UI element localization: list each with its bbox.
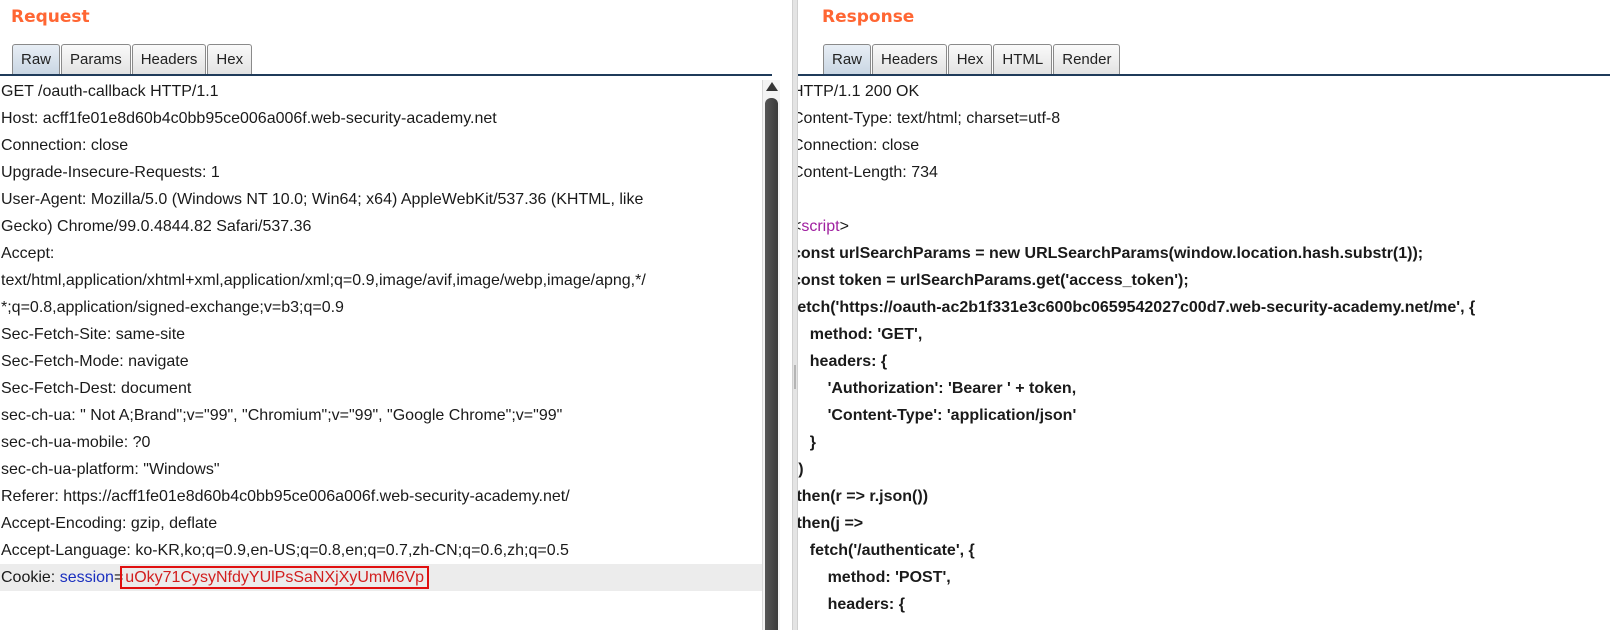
- request-line: GET /oauth-callback HTTP/1.1: [1, 83, 219, 100]
- request-tab-headers[interactable]: Headers: [131, 44, 207, 74]
- request-line: text/html,application/xhtml+xml,applicat…: [1, 272, 646, 289]
- code-line: .then(j =>: [798, 515, 864, 532]
- code-line: method: 'GET',: [798, 326, 923, 343]
- request-tab-underline: [0, 74, 772, 76]
- code-line: method: 'POST',: [798, 569, 951, 586]
- cookie-header-label: Cookie:: [1, 569, 60, 586]
- response-line: Content-Type: text/html; charset=utf-8: [798, 110, 1061, 127]
- code-line: 'Content-Type': 'application/json': [798, 407, 1077, 424]
- code-line: headers: {: [798, 353, 888, 370]
- request-line: Sec-Fetch-Mode: navigate: [1, 353, 189, 370]
- cookie-line: Cookie: session= uOky71CysyNfdyYUlPsSaNXj…: [0, 564, 762, 591]
- response-editor[interactable]: HTTP/1.1 200 OK Content-Type: text/html;…: [798, 78, 1610, 630]
- request-line: Accept-Encoding: gzip, deflate: [1, 515, 218, 532]
- script-tag-gt: >: [839, 218, 849, 235]
- request-line: sec-ch-ua-mobile: ?0: [1, 434, 151, 451]
- request-pane: Request Raw Params Headers Hex GET /oaut…: [0, 0, 792, 630]
- response-line: Connection: close: [798, 137, 920, 154]
- code-line: const token = urlSearchParams.get('acces…: [798, 272, 1189, 289]
- code-line: 'Authorization': 'Bearer ' + token,: [798, 380, 1077, 397]
- request-line: Accept-Language: ko-KR,ko;q=0.9,en-US;q=…: [1, 542, 569, 559]
- request-line: Sec-Fetch-Dest: document: [1, 380, 192, 397]
- response-tab-raw[interactable]: Raw: [823, 44, 872, 74]
- request-line: Host: acff1fe01e8d60b4c0bb95ce006a006f.w…: [1, 110, 497, 127]
- request-line: Connection: close: [1, 137, 129, 154]
- response-line: Content-Length: 734: [798, 164, 938, 181]
- response-tabs: Raw Headers Hex HTML Render: [823, 44, 1121, 74]
- response-tab-html[interactable]: HTML: [993, 44, 1053, 74]
- cookie-name: session: [59, 569, 114, 586]
- code-line: .then(r => r.json()): [798, 488, 929, 505]
- cookie-equals: =: [113, 569, 124, 586]
- code-line: const urlSearchParams = new URLSearchPar…: [798, 245, 1424, 262]
- code-line: }: [809, 434, 817, 451]
- request-line: *;q=0.8,application/signed-exchange;v=b3…: [1, 299, 344, 316]
- request-tabs: Raw Params Headers Hex: [12, 44, 253, 74]
- code-line: fetch('https://oauth-ac2b1f331e3c600bc06…: [798, 299, 1476, 316]
- session-cookie-value: uOky71CysyNfdyYUlPsSaNXjXyUmM6Vp: [120, 566, 430, 589]
- request-title: Request: [11, 7, 90, 27]
- request-line: sec-ch-ua-platform: "Windows": [1, 461, 220, 478]
- request-editor[interactable]: GET /oauth-callback HTTP/1.1 Host: acff1…: [0, 78, 762, 630]
- request-line: Sec-Fetch-Site: same-site: [1, 326, 186, 343]
- scroll-up-arrow-icon[interactable]: [766, 82, 778, 91]
- request-line: Referer: https://acff1fe01e8d60b4c0bb95c…: [1, 488, 570, 505]
- request-tab-raw[interactable]: Raw: [12, 44, 61, 74]
- request-tab-params[interactable]: Params: [61, 44, 131, 74]
- code-line: headers: {: [798, 596, 905, 613]
- script-tag-name: script: [801, 218, 840, 235]
- scroll-thumb[interactable]: [765, 98, 778, 630]
- code-line: }): [798, 461, 804, 478]
- response-tab-hex[interactable]: Hex: [947, 44, 993, 74]
- request-line: Accept:: [1, 245, 55, 262]
- code-line: fetch('/authenticate', {: [798, 542, 975, 559]
- request-line: sec-ch-ua: " Not A;Brand";v="99", "Chrom…: [1, 407, 563, 424]
- splitter-grip[interactable]: [794, 365, 796, 389]
- response-line: [798, 186, 1610, 213]
- response-tab-headers[interactable]: Headers: [872, 44, 947, 74]
- request-line: Upgrade-Insecure-Requests: 1: [1, 164, 220, 181]
- request-tab-hex[interactable]: Hex: [207, 44, 253, 74]
- request-scrollbar[interactable]: [762, 80, 780, 630]
- response-line: HTTP/1.1 200 OK: [798, 83, 920, 100]
- response-tab-underline: [798, 74, 1610, 76]
- response-pane: Response Raw Headers Hex HTML Render HTT…: [798, 0, 1610, 630]
- script-open-tag: <script>: [798, 213, 1610, 240]
- response-tab-render[interactable]: Render: [1053, 44, 1121, 74]
- response-title: Response: [822, 7, 915, 27]
- request-line: User-Agent: Mozilla/5.0 (Windows NT 10.0…: [1, 191, 644, 208]
- request-line: Gecko) Chrome/99.0.4844.82 Safari/537.36: [1, 218, 312, 235]
